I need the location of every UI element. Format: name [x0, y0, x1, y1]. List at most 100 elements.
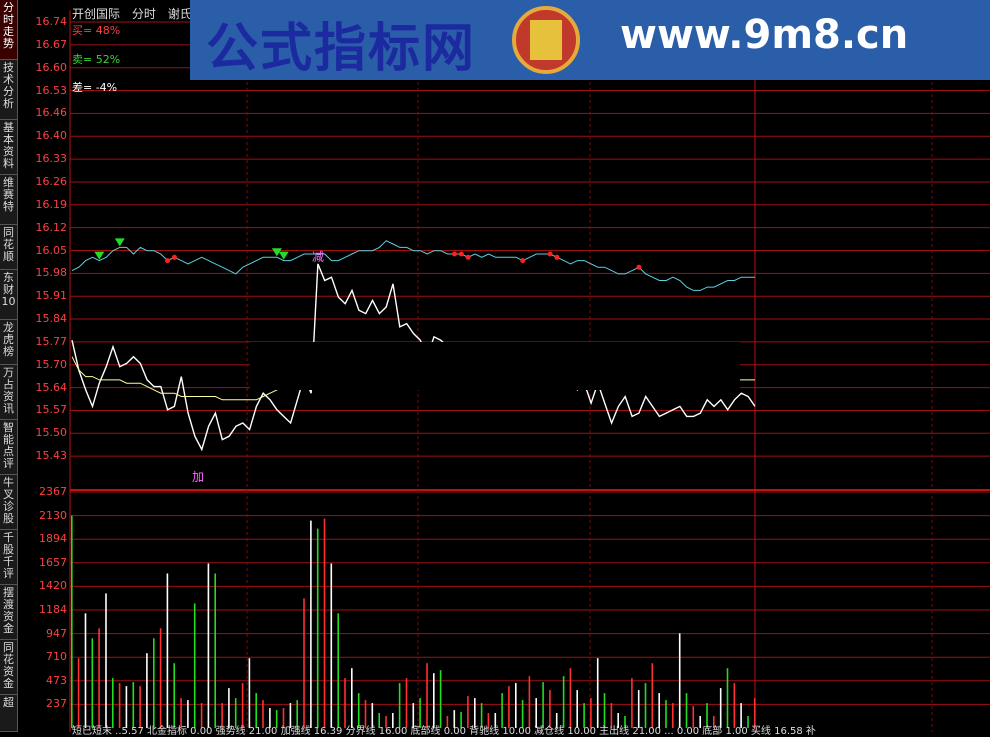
mode-label[interactable]: 分时: [132, 7, 156, 21]
volume-bar: [173, 663, 175, 728]
volume-bar: [337, 613, 339, 728]
buy-signal-dot: [451, 251, 457, 257]
volume-bar: [330, 563, 333, 728]
price-tick-label: 16.26: [35, 174, 68, 188]
volume-bar: [71, 515, 73, 728]
volume-tick-label: 473: [46, 673, 67, 687]
volume-bar: [303, 598, 305, 728]
reduce-marker-label: 减: [312, 250, 325, 264]
logo-seal-icon: [530, 20, 562, 60]
price-tick-label: 15.91: [35, 289, 68, 303]
sidebar-tab-3[interactable]: 维赛特: [0, 175, 17, 225]
sidebar-tab-6[interactable]: 龙虎榜: [0, 320, 17, 365]
sell-signal-marker: [114, 238, 125, 247]
sidebar-tab-2[interactable]: 基本资料: [0, 120, 17, 175]
price-tick-label: 16.19: [35, 197, 68, 211]
volume-bar: [84, 613, 87, 728]
volume-bar: [596, 658, 599, 728]
buy-signal-dot: [458, 251, 464, 257]
volume-tick-label: 237: [46, 697, 67, 711]
volume-bar: [248, 658, 251, 728]
volume-bar: [344, 678, 346, 728]
sidebar-tab-8[interactable]: 智能点评: [0, 420, 17, 475]
volume-bar: [405, 678, 408, 728]
sidebar-tab-1[interactable]: 技术分析: [0, 60, 17, 120]
volume-bar: [439, 670, 442, 728]
volume-tick-label: 947: [46, 626, 67, 640]
buy-signal-dot: [165, 258, 171, 264]
volume-bar: [105, 593, 107, 728]
sidebar-tab-13[interactable]: 超: [0, 695, 17, 732]
price-tick-label: 16.33: [35, 152, 68, 166]
sidebar-tab-11[interactable]: 摆渡资金: [0, 585, 17, 640]
volume-tick-label: 710: [46, 650, 67, 664]
buy-signal-dot: [547, 251, 553, 257]
volume-tick-label: 1420: [39, 579, 67, 593]
price-tick-label: 15.70: [35, 357, 68, 371]
price-tick-label: 16.05: [35, 243, 68, 257]
volume-bar: [310, 520, 312, 728]
volume-bar: [207, 563, 210, 728]
sidebar-tab-9[interactable]: 牛叉诊股: [0, 475, 17, 530]
volume-bar: [569, 668, 572, 728]
stock-name[interactable]: 开创国际: [72, 7, 120, 21]
sidebar: 分时走势 技术分析 基本资料 维赛特 同花顺 东财10 龙虎榜 万占资讯 智能点评 牛叉诊股 千股千…: [0, 0, 18, 732]
sidebar-tab-4[interactable]: 同花顺: [0, 225, 17, 270]
volume-bar: [678, 633, 681, 728]
volume-bar: [433, 673, 435, 728]
add-marker-label: 加: [192, 470, 205, 484]
buy-signal-dot: [171, 254, 177, 260]
price-tick-label: 16.46: [35, 106, 68, 120]
price-tick-label: 15.64: [35, 380, 68, 394]
volume-tick-label: 1894: [39, 532, 67, 546]
volume-bar: [91, 638, 94, 728]
volume-bar: [651, 663, 654, 728]
price-tick-label: 15.98: [35, 266, 68, 280]
axis-labels: 16.74 16.67 16.60 16.53 16.46 16.40 16.33 16.26…: [17, 0, 69, 732]
banner-logo-icon: [512, 6, 580, 74]
buy-signal-dot: [554, 254, 560, 260]
indicator-footer: 短已短末 ..5.57 北金指标 0.00 强势线 21.00 加强线 16.3…: [72, 726, 816, 737]
sidebar-tab-0[interactable]: 分时走势: [0, 0, 17, 60]
price-tick-label: 16.74: [35, 15, 68, 28]
volume-tick-label: 1184: [39, 603, 67, 616]
sell-stat: 卖= 52%: [72, 53, 121, 66]
price-tick-label: 15.57: [35, 403, 68, 417]
price-tick-label: 16.53: [35, 83, 68, 97]
volume-bar: [112, 678, 114, 728]
price-tick-label: 15.77: [35, 334, 68, 348]
diff-stat: 差= -4%: [72, 81, 118, 94]
volume-bar: [146, 653, 148, 728]
sidebar-tab-10[interactable]: 千股千评: [0, 530, 17, 585]
price-tick-label: 15.43: [35, 449, 68, 463]
sidebar-tab-5[interactable]: 东财10: [0, 270, 17, 320]
volume-bar: [631, 678, 633, 728]
obscured-region: [250, 342, 740, 390]
volume-bar: [323, 518, 326, 728]
volume-bar: [153, 638, 155, 728]
buy-signal-dot: [636, 264, 642, 270]
watermark-banner: 公式指标网 www.9m8.cn: [190, 0, 990, 80]
buy-signal-dot: [520, 258, 526, 264]
price-tick-label: 16.67: [35, 37, 68, 51]
volume-tick-label: 2130: [39, 508, 67, 522]
volume-bar: [528, 676, 531, 728]
price-tick-label: 16.60: [35, 60, 68, 74]
series-indicator-line: [71, 240, 755, 291]
sidebar-tab-12[interactable]: 同花资金: [0, 640, 17, 695]
buy-stat: 买= 48%: [72, 24, 121, 37]
volume-tick-label: 2367: [39, 485, 67, 498]
volume-bar: [562, 676, 565, 728]
volume-bar: [193, 603, 196, 728]
volume-bar: [351, 668, 353, 728]
volume-bar: [426, 663, 428, 728]
volume-bar: [159, 628, 162, 728]
volume-bar: [98, 628, 100, 728]
volume-bar: [77, 658, 80, 728]
banner-url: www.9m8.cn: [620, 12, 909, 58]
price-tick-label: 16.40: [35, 129, 68, 143]
buy-signal-dot: [465, 254, 471, 260]
banner-title: 公式指标网: [206, 19, 477, 79]
price-tick-label: 16.12: [35, 220, 68, 234]
sidebar-tab-7[interactable]: 万占资讯: [0, 365, 17, 420]
